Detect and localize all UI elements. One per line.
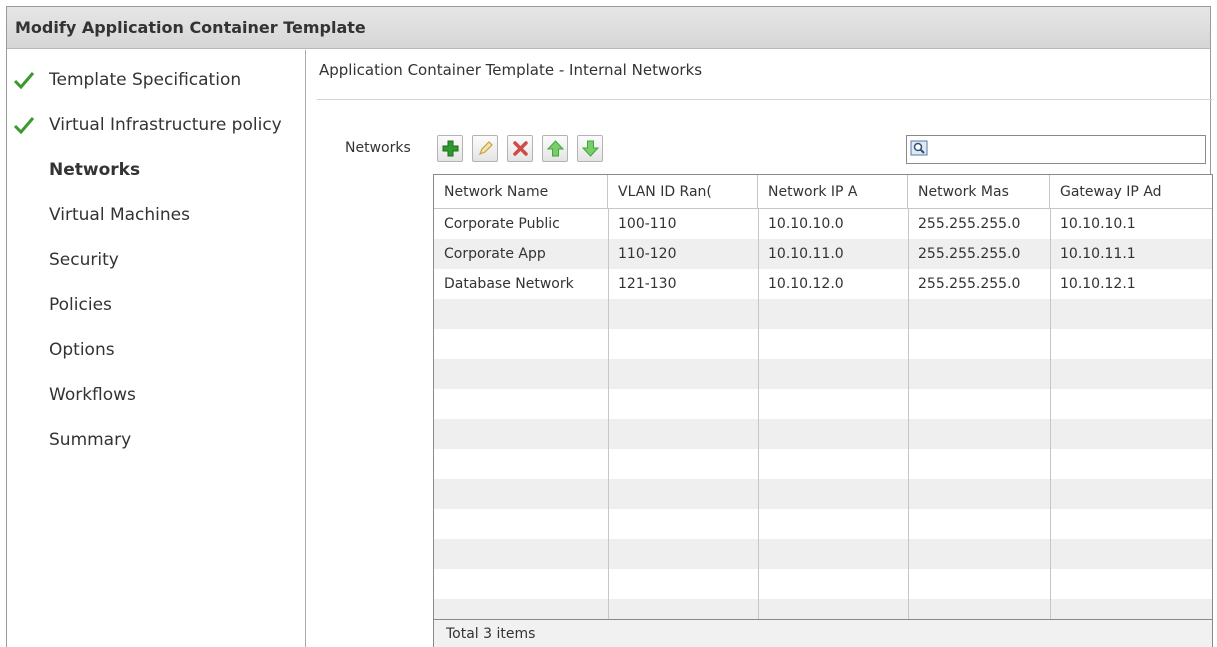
column-header-gateway-ip-address[interactable]: Gateway IP Ad [1050, 175, 1212, 209]
step-virtual-machines[interactable]: Virtual Machines [7, 195, 306, 235]
column-header-network-name[interactable]: Network Name [434, 175, 608, 209]
delete-icon [513, 141, 528, 156]
step-label: Workflows [49, 385, 136, 405]
cell-network-mask: 255.255.255.0 [918, 216, 1021, 232]
column-divider [908, 209, 909, 619]
column-divider [758, 209, 759, 619]
column-header-network-ip-address[interactable]: Network IP A [758, 175, 908, 209]
step-template-specification[interactable]: Template Specification [7, 60, 306, 100]
networks-label: Networks [345, 140, 411, 156]
table-row-stripe [434, 539, 1212, 569]
move-down-button[interactable] [577, 135, 603, 162]
step-label: Virtual Machines [49, 205, 190, 225]
step-label: Options [49, 340, 115, 360]
cell-network-name: Corporate App [444, 246, 546, 262]
modify-template-dialog: Modify Application Container Template Te… [6, 6, 1213, 647]
search-field[interactable] [906, 135, 1206, 164]
add-icon [442, 140, 459, 157]
cell-network-name: Database Network [444, 276, 574, 292]
table-row-stripe [434, 599, 1212, 619]
divider [317, 99, 1212, 100]
column-header-network-mask[interactable]: Network Mas [908, 175, 1050, 209]
step-options[interactable]: Options [7, 330, 306, 370]
edit-button[interactable] [472, 135, 498, 162]
step-label: Virtual Infrastructure policy [49, 115, 282, 135]
cell-network-ip: 10.10.10.0 [768, 216, 844, 232]
search-icon [910, 140, 928, 156]
check-icon [13, 117, 35, 135]
step-label: Template Specification [49, 70, 242, 90]
move-up-icon [546, 140, 565, 157]
column-divider [1050, 209, 1051, 619]
dialog-title: Modify Application Container Template [7, 7, 1210, 49]
table-row-stripe [434, 419, 1212, 449]
column-divider [608, 209, 609, 619]
table-row-stripe [434, 299, 1212, 329]
table-row-stripe [434, 359, 1212, 389]
cell-vlan-id-range: 110-120 [618, 246, 677, 262]
cell-network-mask: 255.255.255.0 [918, 246, 1021, 262]
table-row-stripe [434, 479, 1212, 509]
delete-button[interactable] [507, 135, 533, 162]
main-panel: Application Container Template - Interna… [307, 50, 1213, 647]
check-icon [13, 72, 35, 90]
table-row[interactable]: Corporate App 110-120 10.10.11.0 255.255… [434, 239, 1212, 269]
step-virtual-infrastructure-policy[interactable]: Virtual Infrastructure policy [7, 105, 306, 145]
step-security[interactable]: Security [7, 240, 306, 280]
step-summary[interactable]: Summary [7, 420, 306, 460]
step-label: Policies [49, 295, 112, 315]
table-footer-total: Total 3 items [434, 619, 1212, 647]
table-row[interactable]: Database Network 121-130 10.10.12.0 255.… [434, 269, 1212, 299]
step-label: Networks [49, 160, 141, 180]
networks-table: Network Name VLAN ID Ran( Network IP A N… [433, 174, 1213, 647]
step-policies[interactable]: Policies [7, 285, 306, 325]
cell-gateway-ip: 10.10.11.1 [1060, 246, 1136, 262]
table-header: Network Name VLAN ID Ran( Network IP A N… [434, 175, 1212, 209]
step-label: Security [49, 250, 119, 270]
column-header-vlan-id-range[interactable]: VLAN ID Ran( [608, 175, 758, 209]
cell-vlan-id-range: 121-130 [618, 276, 677, 292]
cell-gateway-ip: 10.10.12.1 [1060, 276, 1136, 292]
cell-network-mask: 255.255.255.0 [918, 276, 1021, 292]
panel-title: Application Container Template - Interna… [319, 61, 703, 79]
step-label: Summary [49, 430, 132, 450]
step-workflows[interactable]: Workflows [7, 375, 306, 415]
cell-network-name: Corporate Public [444, 216, 560, 232]
cell-vlan-id-range: 100-110 [618, 216, 677, 232]
edit-icon [478, 141, 493, 156]
networks-toolbar [433, 132, 1213, 169]
cell-network-ip: 10.10.11.0 [768, 246, 844, 262]
cell-network-ip: 10.10.12.0 [768, 276, 844, 292]
add-button[interactable] [437, 135, 463, 162]
move-up-button[interactable] [542, 135, 568, 162]
table-row[interactable]: Corporate Public 100-110 10.10.10.0 255.… [434, 209, 1212, 239]
move-down-icon [581, 140, 600, 157]
step-networks[interactable]: Networks [7, 150, 306, 190]
cell-gateway-ip: 10.10.10.1 [1060, 216, 1136, 232]
wizard-sidebar: Template Specification Virtual Infrastru… [7, 50, 306, 647]
